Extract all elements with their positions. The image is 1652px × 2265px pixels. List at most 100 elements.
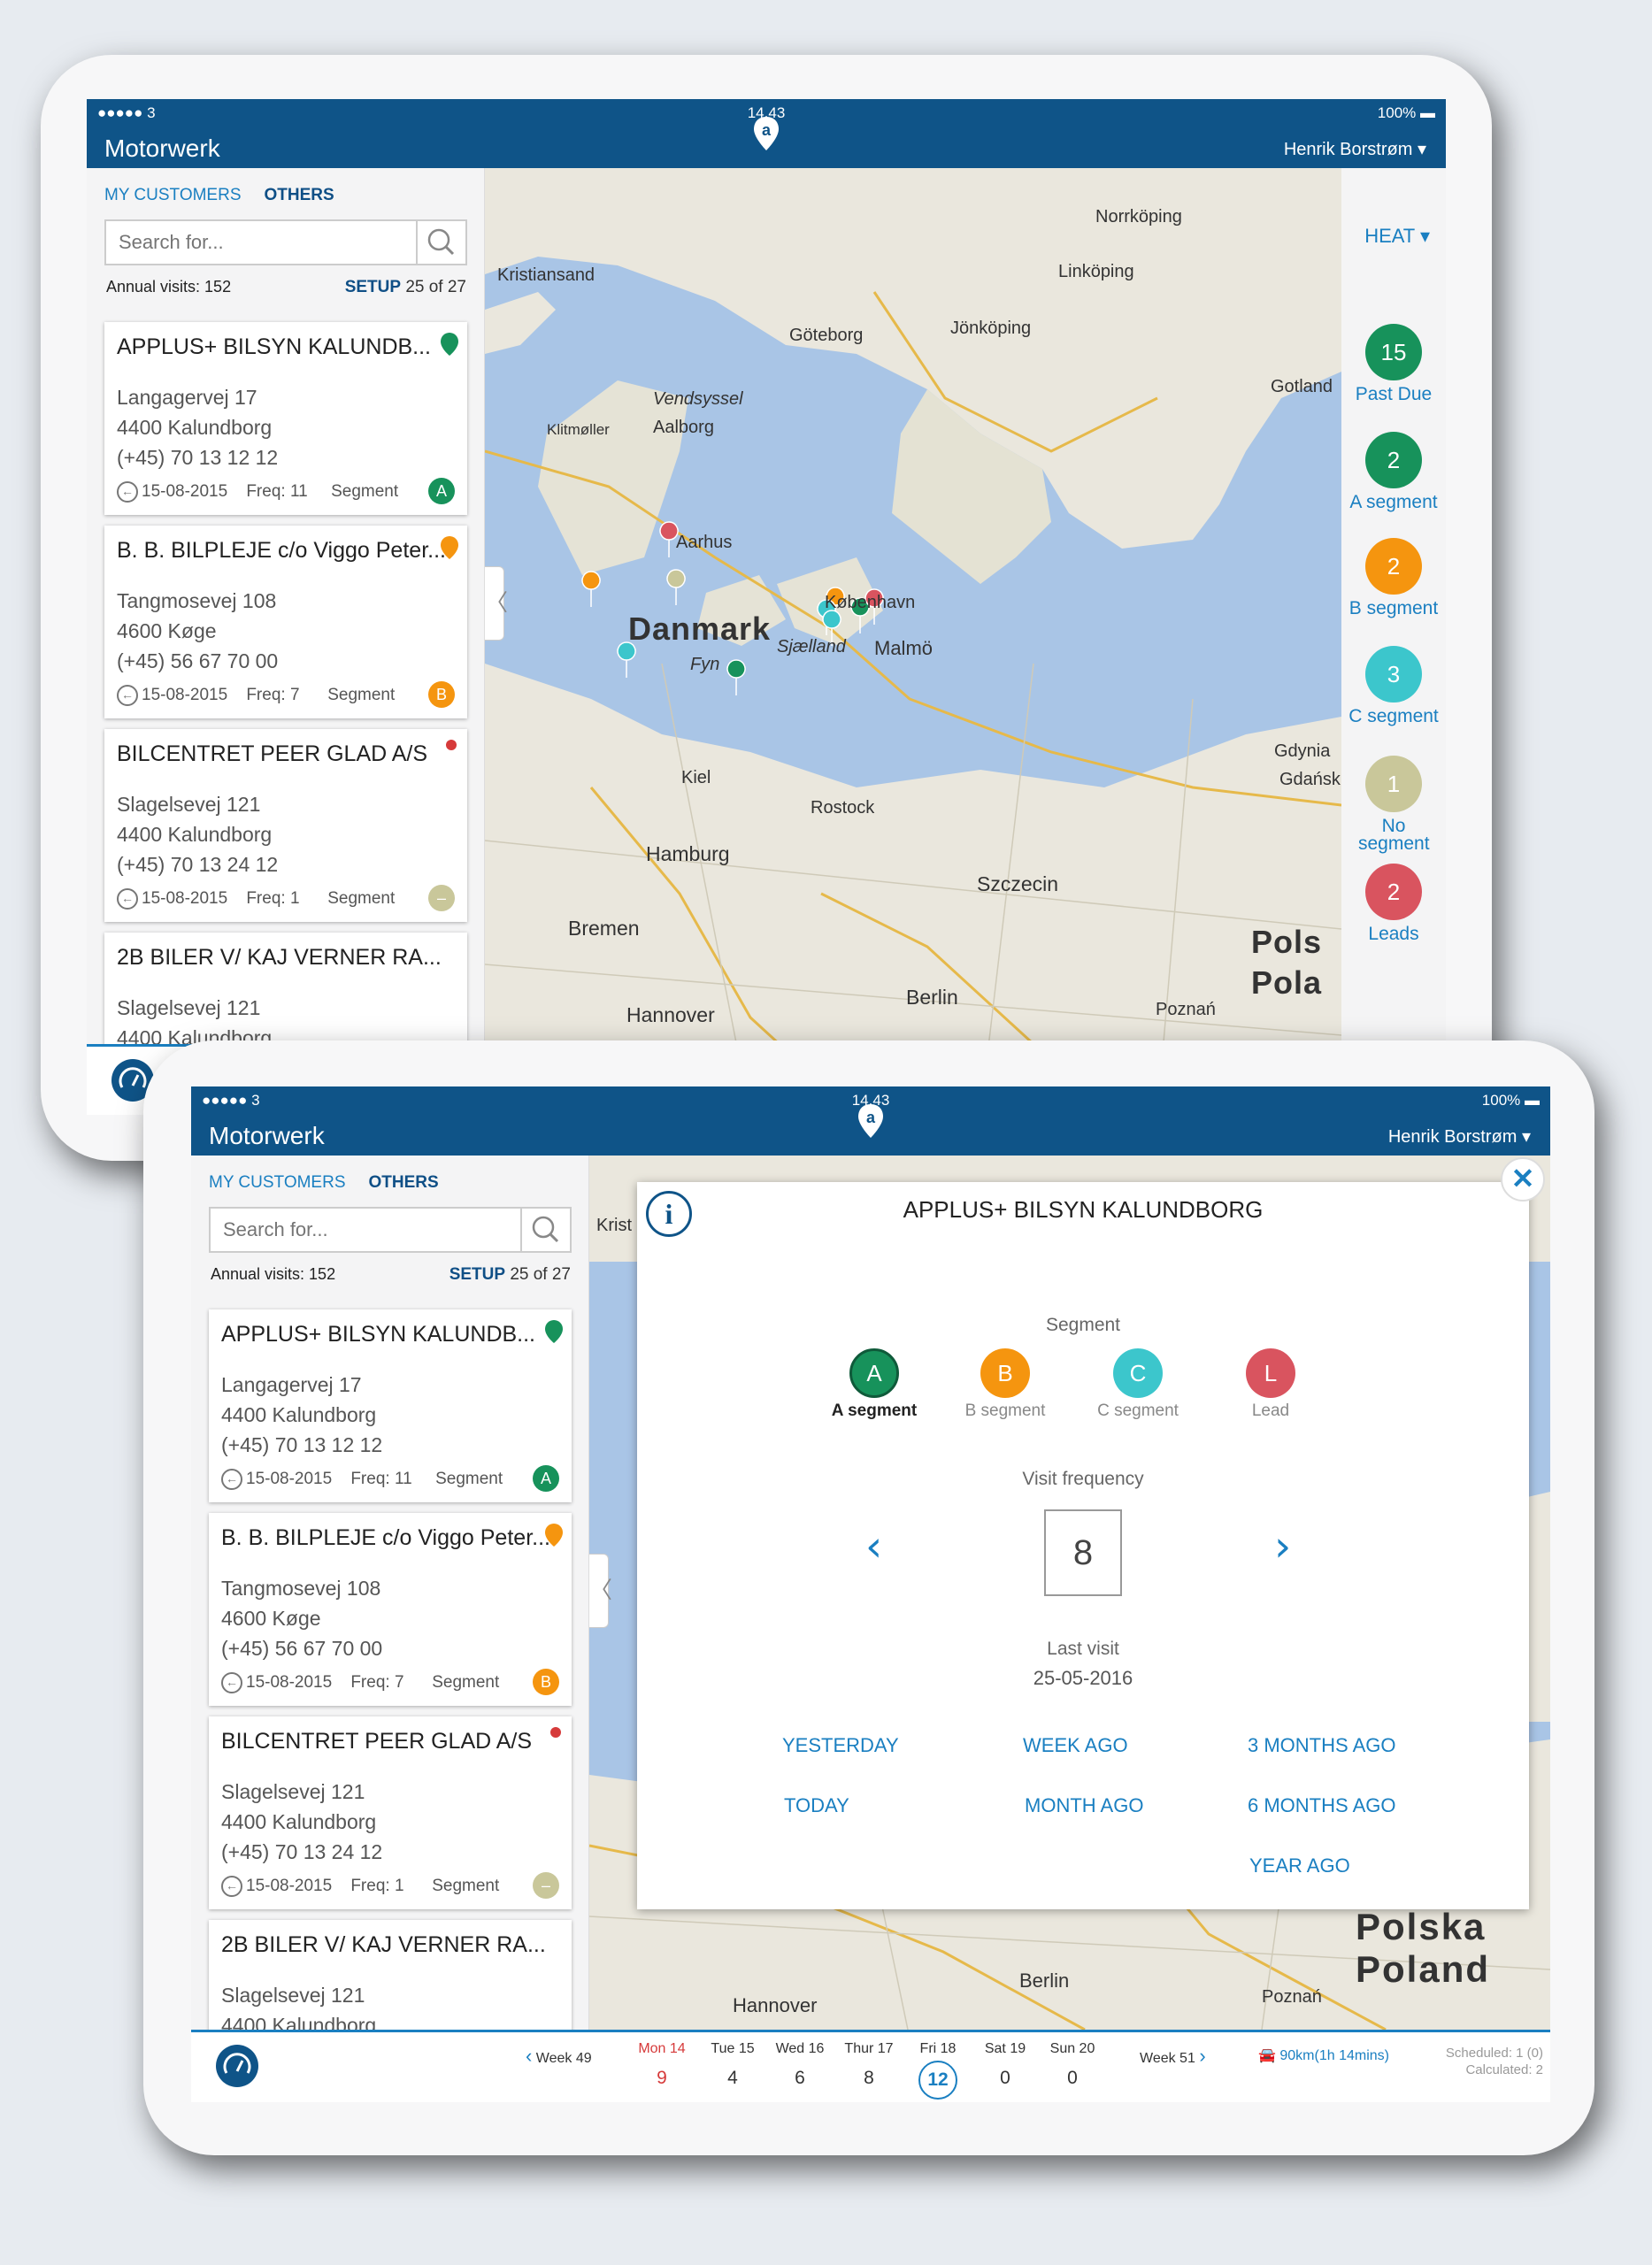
day-mon[interactable]: Mon 14 9	[628, 2041, 695, 2089]
map-label: Linköping	[1058, 262, 1134, 281]
map-label: Malmö	[874, 637, 934, 659]
search-icon	[532, 1216, 559, 1243]
heat-no-segment[interactable]: 1 No segment	[1341, 756, 1446, 853]
battery-indicator: 100% ▬	[1377, 104, 1435, 121]
customer-meta: ← 15-08-2015 Freq: 11 Segment	[117, 481, 398, 503]
heat-a-segment[interactable]: 2A segment	[1341, 432, 1446, 511]
customer-address: Langagervej 17 4400 Kalundborg (+45) 70 13…	[221, 1373, 383, 1456]
route-summary[interactable]: 🚘 90km(1h 14mins)	[1258, 2046, 1389, 2064]
map-label: Krist	[596, 1216, 632, 1235]
customer-address: Slagelsevej 121 4400 Kalundborg (+45) 70 1…	[117, 793, 279, 876]
customer-card[interactable]: APPLUS+ BILSYN KALUNDB... Langagervej 17…	[209, 1309, 572, 1502]
search-icon	[427, 228, 455, 256]
customer-address: Tangmosevej 108 4600 Køge (+45) 56 67 70 0…	[117, 589, 279, 672]
map-label: Klitmøller	[547, 421, 610, 438]
map-label: Pols	[1251, 924, 1323, 960]
quick-year-ago[interactable]: YEAR AGO	[1249, 1854, 1350, 1877]
map-pin-icon	[441, 333, 458, 356]
map-label: Gotland	[1271, 377, 1333, 396]
lead-indicator	[550, 1727, 561, 1738]
setup-link[interactable]: SETUP 25 of 27	[345, 278, 466, 297]
collapse-sidebar-handle[interactable]: 〈	[589, 1554, 612, 1628]
search-button[interactable]	[520, 1209, 570, 1251]
segment-badge: –	[428, 885, 455, 911]
heat-past-due[interactable]: 15 Past Due	[1341, 324, 1446, 403]
signal-indicator: ●●●●● 3	[97, 104, 156, 121]
quick-6-months-ago[interactable]: 6 MONTHS AGO	[1248, 1794, 1395, 1817]
map-label: Hamburg	[646, 842, 730, 865]
history-icon: ←	[117, 685, 138, 706]
quick-3-months-ago[interactable]: 3 MONTHS AGO	[1248, 1734, 1395, 1757]
map-label: Hannover	[733, 1994, 818, 2016]
customer-card[interactable]: BILCENTRET PEER GLAD A/S Slagelsevej 121…	[104, 729, 467, 922]
visit-frequency-value[interactable]: 8	[1044, 1509, 1122, 1596]
segment-option-b[interactable]: BB segment	[943, 1348, 1067, 1421]
day-sun[interactable]: Sun 20 0	[1039, 2041, 1106, 2089]
segment-option-c[interactable]: CC segment	[1076, 1348, 1200, 1421]
dashboard-gauge-icon[interactable]	[216, 2045, 258, 2087]
tab-my-customers[interactable]: MY CUSTOMERS	[209, 1173, 346, 1192]
day-fri[interactable]: Fri 18 12	[904, 2041, 972, 2100]
visit-frequency-label: Visit frequency	[1022, 1469, 1144, 1489]
customer-name: APPLUS+ BILSYN KALUNDB...	[117, 334, 432, 359]
collapse-sidebar-handle[interactable]: 〈	[485, 566, 508, 641]
segment-option-a[interactable]: AA segment	[812, 1348, 936, 1421]
day-wed[interactable]: Wed 16 6	[766, 2041, 834, 2089]
annual-visits: Annual visits: 152	[106, 278, 232, 296]
close-icon[interactable]: ✕	[1501, 1157, 1545, 1202]
customer-address: Langagervej 17 4400 Kalundborg (+45) 70 13…	[117, 386, 279, 469]
customer-name: APPLUS+ BILSYN KALUNDB...	[221, 1322, 536, 1347]
history-icon: ←	[221, 1469, 242, 1490]
search-input[interactable]	[106, 221, 416, 264]
heat-leads[interactable]: 2 Leads	[1341, 864, 1446, 943]
map-label: Poznań	[1156, 1000, 1216, 1019]
frequency-increase-button[interactable]: ›	[1274, 1522, 1291, 1571]
quick-today[interactable]: TODAY	[784, 1794, 849, 1817]
heat-dropdown[interactable]: HEAT ▾	[1364, 225, 1430, 248]
customer-card[interactable]: BILCENTRET PEER GLAD A/S Slagelsevej 121…	[209, 1716, 572, 1909]
search-input[interactable]	[211, 1209, 520, 1251]
setup-link[interactable]: SETUP 25 of 27	[449, 1265, 571, 1285]
heat-b-segment[interactable]: 2B segment	[1341, 538, 1446, 618]
customer-card[interactable]: B. B. BILPLEJE c/o Viggo Peter... Tangmo…	[104, 526, 467, 718]
map-label: Vendsyssel	[653, 389, 743, 409]
heat-c-segment[interactable]: 3C segment	[1341, 646, 1446, 726]
app-bar: Motorwerk a Henrik Borstrøm ▾	[191, 1104, 1550, 1156]
screen-back: ●●●●● 3 14.43 100% ▬ Motorwerk a Henrik …	[87, 99, 1446, 1115]
map-label: Danmark	[628, 610, 772, 647]
segment-badge: B	[533, 1669, 559, 1695]
segment-badge: B	[428, 681, 455, 708]
map-view[interactable]: Norrköping Kristiansand Linköping Götebo…	[485, 168, 1341, 1115]
customer-name: 2B BILER V/ KAJ VERNER RA...	[221, 1932, 546, 1957]
segment-option-lead[interactable]: L Lead	[1209, 1348, 1333, 1421]
search-button[interactable]	[416, 221, 465, 264]
tab-others[interactable]: OTHERS	[369, 1173, 439, 1192]
customer-card[interactable]: APPLUS+ BILSYN KALUNDB... Langagervej 17…	[104, 322, 467, 515]
day-sat[interactable]: Sat 19 0	[972, 2041, 1039, 2089]
quick-yesterday[interactable]: YESTERDAY	[782, 1734, 899, 1757]
quick-month-ago[interactable]: MONTH AGO	[1025, 1794, 1143, 1817]
prev-week-button[interactable]: ‹ Week 49	[526, 2045, 592, 2068]
map-label: Bremen	[568, 917, 640, 940]
customer-name: 2B BILER V/ KAJ VERNER RA...	[117, 945, 442, 970]
quick-week-ago[interactable]: WEEK AGO	[1023, 1734, 1128, 1757]
user-menu[interactable]: Henrik Borstrøm ▾	[1388, 1125, 1531, 1148]
map-label: Pola	[1251, 964, 1323, 1001]
lead-indicator	[446, 740, 457, 750]
map-label: Kiel	[681, 768, 711, 787]
map-label: Gdynia	[1274, 741, 1331, 761]
customer-meta: ← 15-08-2015 Freq: 7 Segment	[221, 1672, 499, 1693]
customer-card[interactable]: B. B. BILPLEJE c/o Viggo Peter... Tangmo…	[209, 1513, 572, 1706]
next-week-button[interactable]: Week 51 ›	[1140, 2045, 1206, 2068]
tab-my-customers[interactable]: MY CUSTOMERS	[104, 186, 242, 204]
tab-others[interactable]: OTHERS	[265, 186, 334, 204]
user-menu[interactable]: Henrik Borstrøm ▾	[1284, 138, 1426, 160]
frequency-decrease-button[interactable]: ‹	[865, 1522, 882, 1571]
customer-meta: ← 15-08-2015 Freq: 1 Segment	[221, 1876, 499, 1897]
modal-title: APPLUS+ BILSYN KALUNDBORG	[903, 1196, 1264, 1223]
map-label: Gdańsk	[1279, 770, 1341, 789]
map-label: Szczecin	[977, 872, 1059, 895]
screen-front: ●●●●● 3 14.43 100% ▬ Motorwerk a Henrik …	[191, 1086, 1550, 2102]
day-thu[interactable]: Thur 17 8	[835, 2041, 903, 2089]
day-tue[interactable]: Tue 15 4	[699, 2041, 766, 2089]
